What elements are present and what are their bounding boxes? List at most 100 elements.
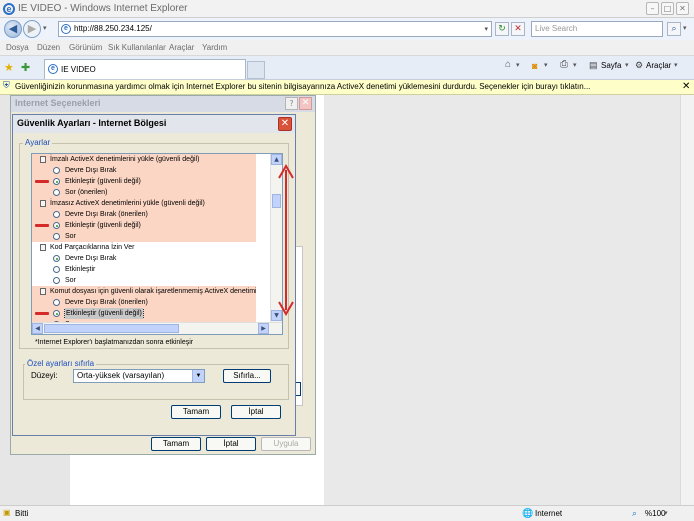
setting-option[interactable]: Devre Dışı Bırak (önerilen) (32, 297, 256, 308)
search-input[interactable]: Live Search (531, 21, 663, 37)
security-close-icon[interactable]: ✕ (278, 117, 292, 131)
setting-option[interactable]: Sor (önerilen) (32, 187, 256, 198)
menu-file[interactable]: Dosya (6, 43, 29, 52)
reset-level-label: Düzeyi: (31, 371, 58, 380)
setting-label: Komut dosyası için güvenli olarak işaret… (50, 288, 256, 295)
options-ok-button[interactable]: Tamam (151, 437, 201, 451)
options-close-icon[interactable]: ✕ (299, 97, 312, 110)
setting-option[interactable]: Devre Dışı Bırak (32, 253, 256, 264)
url-input[interactable]: e http://88.250.234.125/ ▾ (58, 21, 492, 37)
page-dropdown-icon[interactable]: ▾ (625, 61, 629, 69)
url-text: http://88.250.234.125/ (74, 24, 152, 33)
feeds-icon[interactable]: ◙ (532, 61, 537, 71)
add-favorite-icon[interactable]: ✚ (21, 61, 30, 74)
tab-active[interactable]: e IE VIDEO (44, 59, 246, 79)
home-dropdown-icon[interactable]: ▾ (516, 61, 520, 69)
radio-button[interactable] (53, 277, 60, 284)
setting-doc-icon (40, 156, 46, 163)
hscroll-thumb[interactable] (44, 324, 179, 333)
zoom-text[interactable]: %100 (645, 509, 665, 518)
maximize-icon[interactable]: □ (661, 2, 674, 15)
setting-option[interactable]: Etkinleştir (32, 264, 256, 275)
setting-label: Devre Dışı Bırak (65, 255, 117, 262)
scroll-left-icon[interactable]: ◀ (32, 323, 43, 334)
menu-bar: Dosya Düzen Görünüm Sık Kullanılanlar Ar… (0, 40, 694, 56)
settings-horizontal-scrollbar[interactable]: ◀ ▶ (32, 322, 282, 334)
security-dialog-titlebar: Güvenlik Ayarları - Internet Bölgesi ✕ (13, 115, 295, 133)
home-icon[interactable]: ⌂ (505, 59, 511, 70)
menu-edit[interactable]: Düzen (37, 43, 60, 52)
print-dropdown-icon[interactable]: ▾ (573, 61, 577, 69)
tools-menu[interactable]: Araçlar (646, 61, 671, 70)
menu-view[interactable]: Görünüm (69, 43, 102, 52)
search-options-icon[interactable]: ▾ (683, 24, 687, 32)
settings-group-label: Ayarlar (23, 138, 53, 147)
annotation-arrow (278, 164, 294, 316)
radio-button[interactable] (53, 233, 60, 240)
help-icon[interactable]: ? (285, 97, 298, 110)
radio-button[interactable] (53, 167, 60, 174)
radio-button[interactable] (53, 178, 60, 185)
setting-option[interactable]: Etkinleştir (güvenli değil) (32, 308, 256, 319)
menu-favorites[interactable]: Sık Kullanılanlar (108, 43, 166, 52)
page-menu[interactable]: Sayfa (601, 61, 621, 70)
refresh-icon[interactable]: ↻ (495, 22, 509, 36)
menu-tools[interactable]: Araçlar (169, 43, 194, 52)
radio-button[interactable] (53, 189, 60, 196)
radio-button[interactable] (53, 299, 60, 306)
feeds-dropdown-icon[interactable]: ▾ (544, 61, 548, 69)
setting-option[interactable]: Sor (32, 231, 256, 242)
select-dropdown-icon[interactable]: ▼ (192, 370, 204, 382)
forward-icon[interactable]: ▶ (23, 20, 41, 38)
tab-label: IE VIDEO (61, 65, 96, 74)
favorites-star-icon[interactable]: ★ (4, 61, 14, 74)
infobar-close-icon[interactable]: ✕ (682, 81, 690, 92)
setting-label: Sor (önerilen) (65, 189, 108, 196)
options-cancel-button[interactable]: İptal (206, 437, 256, 451)
status-text: Bitti (15, 509, 29, 518)
new-tab-button[interactable] (247, 61, 265, 79)
options-apply-button[interactable]: Uygula (261, 437, 311, 451)
zoom-dropdown-icon[interactable]: ▾ (664, 509, 668, 517)
setting-option[interactable]: Sor (32, 275, 256, 286)
tools-dropdown-icon[interactable]: ▾ (674, 61, 678, 69)
zoom-icon: ⌕ (632, 508, 638, 518)
print-icon[interactable]: ⎙ (560, 59, 568, 70)
information-bar[interactable]: ⛨ Güvenliğinizin korunmasına yardımcı ol… (0, 80, 694, 95)
url-dropdown-icon[interactable]: ▾ (484, 25, 488, 33)
security-ok-button[interactable]: Tamam (171, 405, 221, 419)
history-dropdown-icon[interactable]: ▾ (43, 24, 47, 32)
search-icon[interactable]: ⌕ (667, 22, 681, 36)
radio-button[interactable] (53, 310, 60, 317)
tools-gear-icon: ⚙ (635, 60, 644, 70)
annotation-dash (35, 312, 49, 315)
shield-icon: ⛨ (3, 81, 10, 91)
scroll-right-icon[interactable]: ▶ (258, 323, 269, 334)
setting-option[interactable]: Etkinleştir (güvenli değil) (32, 176, 256, 187)
tab-bar: ★ ✚ e IE VIDEO ⌂ ▾ ◙ ▾ ⎙ ▾ ▤ Sayfa ▾ ⚙ A… (0, 56, 694, 80)
setting-option[interactable]: Etkinleştir (güvenli değil) (32, 220, 256, 231)
radio-button[interactable] (53, 266, 60, 273)
reset-button[interactable]: Sıfırla... (223, 369, 271, 383)
menu-help[interactable]: Yardım (202, 43, 227, 52)
settings-list[interactable]: İmzalı ActiveX denetimlerini yükle (güve… (31, 153, 283, 335)
page-right-panel (318, 95, 680, 505)
reset-level-select[interactable]: Orta-yüksek (varsayılan) ▼ (73, 369, 205, 383)
internet-options-title: Internet Seçenekleri (15, 98, 101, 108)
close-window-icon[interactable]: ✕ (676, 2, 689, 15)
setting-option[interactable]: Devre Dışı Bırak (32, 165, 256, 176)
radio-button[interactable] (53, 211, 60, 218)
minimize-icon[interactable]: – (646, 2, 659, 15)
back-icon[interactable]: ◀ (4, 20, 22, 38)
setting-doc-icon (40, 288, 46, 295)
stop-icon[interactable]: ✕ (511, 22, 525, 36)
security-cancel-button[interactable]: İptal (231, 405, 281, 419)
setting-header: Komut dosyası için güvenli olarak işaret… (32, 286, 256, 297)
zone-text: Internet (535, 509, 563, 518)
radio-button[interactable] (53, 255, 60, 262)
internet-options-titlebar: Internet Seçenekleri ? ✕ (11, 96, 315, 112)
setting-header: Kod Parçacıklarına İzin Ver (32, 242, 256, 253)
radio-button[interactable] (53, 222, 60, 229)
page-scrollbar[interactable] (680, 95, 694, 505)
setting-option[interactable]: Devre Dışı Bırak (önerilen) (32, 209, 256, 220)
